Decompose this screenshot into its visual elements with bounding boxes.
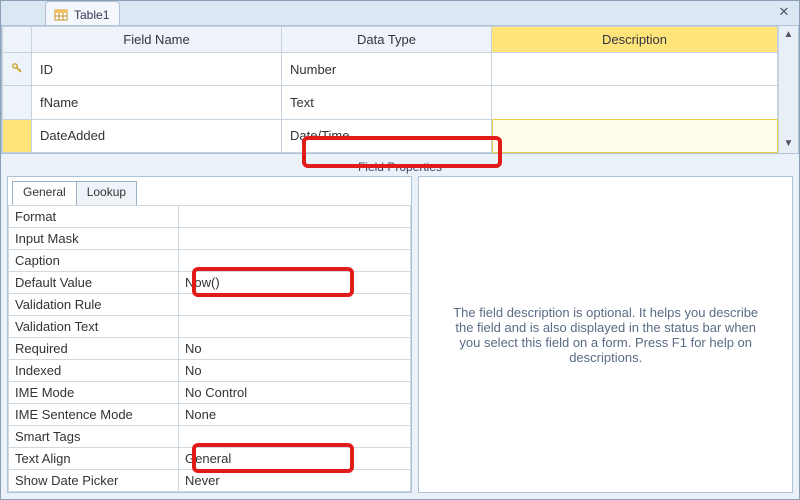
tab-lookup[interactable]: Lookup — [76, 181, 137, 205]
row-selector[interactable] — [3, 119, 32, 152]
description-cell[interactable] — [492, 86, 778, 119]
property-row[interactable]: IME Sentence ModeNone — [9, 404, 411, 426]
property-row[interactable]: Validation Text — [9, 316, 411, 338]
data-type-cell[interactable]: Text — [282, 86, 492, 119]
help-panel: The field description is optional. It he… — [418, 176, 793, 493]
property-value[interactable]: None — [179, 404, 411, 426]
property-row[interactable]: Format — [9, 206, 411, 228]
tab-general[interactable]: General — [12, 181, 77, 205]
property-label: Input Mask — [9, 228, 179, 250]
property-value[interactable] — [179, 250, 411, 272]
property-label: Validation Rule — [9, 294, 179, 316]
property-row[interactable]: Text AlignGeneral — [9, 448, 411, 470]
property-row[interactable]: Validation Rule — [9, 294, 411, 316]
property-label: Default Value — [9, 272, 179, 294]
field-row[interactable]: DateAdded Date/Time — [3, 119, 778, 152]
scroll-down-button[interactable]: ▼ — [779, 135, 798, 153]
field-name-cell[interactable]: fName — [32, 86, 282, 119]
row-selector-header — [3, 27, 32, 53]
property-row[interactable]: Default ValueNow() — [9, 272, 411, 294]
property-row[interactable]: Caption — [9, 250, 411, 272]
property-value[interactable] — [179, 426, 411, 448]
property-value[interactable]: Never — [179, 470, 411, 492]
lower-panels: General Lookup Format Input Mask Caption… — [1, 176, 799, 499]
properties-table: Format Input Mask Caption Default ValueN… — [8, 205, 411, 492]
field-name-cell[interactable]: ID — [32, 53, 282, 86]
property-value[interactable]: No — [179, 360, 411, 382]
chevron-down-icon: ▼ — [784, 138, 794, 149]
row-selector[interactable] — [3, 53, 32, 86]
property-row[interactable]: Input Mask — [9, 228, 411, 250]
property-label: IME Sentence Mode — [9, 404, 179, 426]
table-icon — [54, 8, 68, 22]
field-row[interactable]: ID Number — [3, 53, 778, 86]
property-value[interactable]: No — [179, 338, 411, 360]
property-value[interactable] — [179, 294, 411, 316]
close-icon: ✕ — [779, 4, 790, 19]
field-grid-wrap: Field Name Data Type Description ID Numb… — [1, 26, 799, 154]
property-row[interactable]: IndexedNo — [9, 360, 411, 382]
property-value[interactable] — [179, 206, 411, 228]
property-tabs: General Lookup — [12, 181, 411, 205]
primary-key-icon — [11, 62, 23, 74]
field-row[interactable]: fName Text — [3, 86, 778, 119]
grid-scrollbar[interactable]: ▲ ▼ — [778, 26, 798, 153]
properties-panel: General Lookup Format Input Mask Caption… — [7, 176, 412, 493]
property-value[interactable]: Now() — [179, 272, 411, 294]
property-label: IME Mode — [9, 382, 179, 404]
col-header-description[interactable]: Description — [492, 27, 778, 53]
property-row[interactable]: Smart Tags — [9, 426, 411, 448]
property-row[interactable]: RequiredNo — [9, 338, 411, 360]
data-type-cell[interactable]: Date/Time — [282, 119, 492, 152]
titlebar: Table1 ✕ — [1, 1, 799, 26]
window-close-button[interactable]: ✕ — [775, 5, 793, 21]
description-cell[interactable] — [492, 53, 778, 86]
row-selector[interactable] — [3, 86, 32, 119]
property-value[interactable] — [179, 316, 411, 338]
property-label: Validation Text — [9, 316, 179, 338]
field-properties-label: Field Properties — [1, 154, 799, 176]
chevron-up-icon: ▲ — [784, 29, 794, 40]
property-value[interactable] — [179, 228, 411, 250]
property-row[interactable]: Show Date PickerNever — [9, 470, 411, 492]
property-value[interactable]: General — [179, 448, 411, 470]
property-label: Required — [9, 338, 179, 360]
col-header-fieldname[interactable]: Field Name — [32, 27, 282, 53]
property-label: Smart Tags — [9, 426, 179, 448]
object-tab-label: Table1 — [74, 8, 109, 22]
property-value[interactable]: No Control — [179, 382, 411, 404]
help-text: The field description is optional. It he… — [445, 305, 766, 365]
data-type-cell[interactable]: Number — [282, 53, 492, 86]
property-label: Show Date Picker — [9, 470, 179, 492]
property-label: Text Align — [9, 448, 179, 470]
property-label: Format — [9, 206, 179, 228]
field-grid[interactable]: Field Name Data Type Description ID Numb… — [2, 26, 778, 153]
object-tab[interactable]: Table1 — [45, 1, 120, 25]
property-label: Indexed — [9, 360, 179, 382]
col-header-datatype[interactable]: Data Type — [282, 27, 492, 53]
field-name-cell[interactable]: DateAdded — [32, 119, 282, 152]
property-row[interactable]: IME ModeNo Control — [9, 382, 411, 404]
property-label: Caption — [9, 250, 179, 272]
scroll-up-button[interactable]: ▲ — [779, 26, 798, 44]
design-view-window: Table1 ✕ Field Name Data Type Descriptio… — [0, 0, 800, 500]
description-cell[interactable] — [492, 119, 778, 152]
